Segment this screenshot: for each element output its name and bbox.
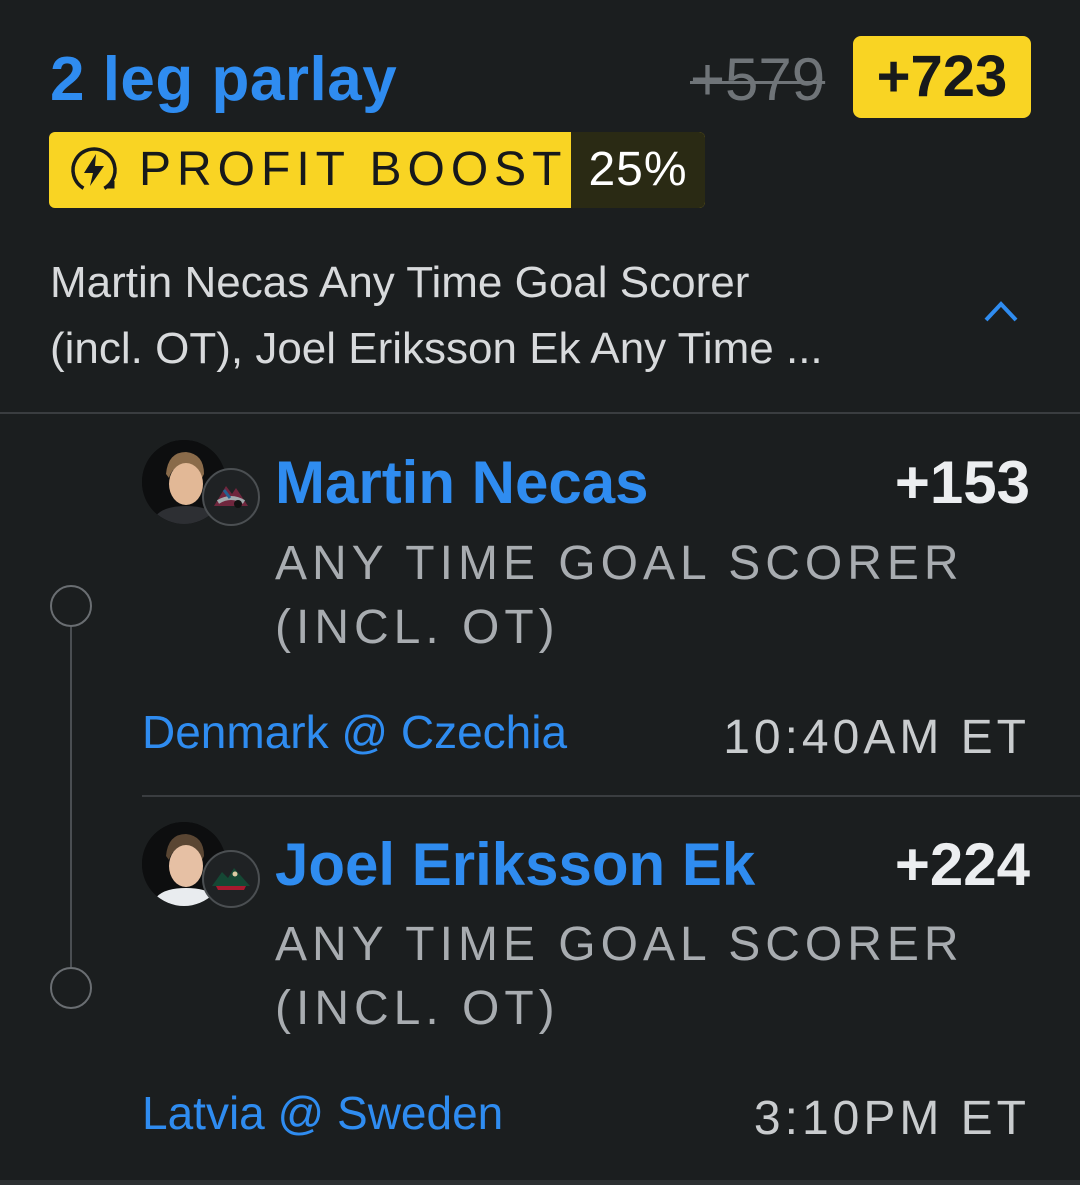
market-line-1: ANY TIME GOAL SCORER bbox=[275, 537, 964, 590]
chevron-up-icon[interactable] bbox=[982, 298, 1020, 324]
timeline-dot-leg-2 bbox=[50, 967, 92, 1009]
avalanche-logo-icon bbox=[202, 468, 260, 526]
player-name[interactable]: Martin Necas bbox=[275, 447, 648, 519]
market-line-2: (INCL. OT) bbox=[275, 601, 560, 654]
parlay-card: 2 leg parlay +579 +723 PROFIT BOOST 25% … bbox=[0, 0, 1080, 1185]
divider bbox=[0, 412, 1080, 414]
profit-boost-label: PROFIT BOOST bbox=[139, 143, 568, 196]
timeline-connector bbox=[70, 627, 72, 967]
timeline-dot-leg-1 bbox=[50, 585, 92, 627]
profit-boost-banner: PROFIT BOOST 25% bbox=[49, 132, 705, 208]
matchup-link[interactable]: Denmark @ Czechia bbox=[142, 702, 567, 762]
boosted-odds-badge: +723 bbox=[853, 36, 1031, 118]
game-time: 10:40AM ET bbox=[723, 711, 1030, 764]
wild-logo-icon bbox=[202, 850, 260, 908]
game-time: 3:10PM ET bbox=[753, 1092, 1030, 1145]
leg-odds: +224 bbox=[894, 831, 1030, 898]
profit-boost-percent: 25% bbox=[571, 132, 705, 208]
original-odds: +579 bbox=[690, 46, 826, 113]
leg-odds: +153 bbox=[894, 449, 1030, 516]
market-label: ANY TIME GOAL SCORER (INCL. OT) bbox=[275, 913, 995, 1041]
summary-line-1: Martin Necas Any Time Goal Scorer bbox=[50, 258, 750, 307]
divider bbox=[142, 795, 1080, 797]
market-line-1: ANY TIME GOAL SCORER bbox=[275, 918, 964, 971]
summary-line-2: (incl. OT), Joel Eriksson Ek Any Time ..… bbox=[50, 324, 823, 373]
player-name[interactable]: Joel Eriksson Ek bbox=[275, 829, 755, 901]
divider bbox=[0, 1180, 1080, 1185]
matchup-link[interactable]: Latvia @ Sweden bbox=[142, 1083, 503, 1143]
lightning-bolt-icon bbox=[71, 147, 117, 193]
parlay-title: 2 leg parlay bbox=[50, 45, 398, 114]
market-label: ANY TIME GOAL SCORER (INCL. OT) bbox=[275, 532, 995, 660]
parlay-summary[interactable]: Martin Necas Any Time Goal Scorer (incl.… bbox=[50, 250, 950, 382]
market-line-2: (INCL. OT) bbox=[275, 982, 560, 1035]
